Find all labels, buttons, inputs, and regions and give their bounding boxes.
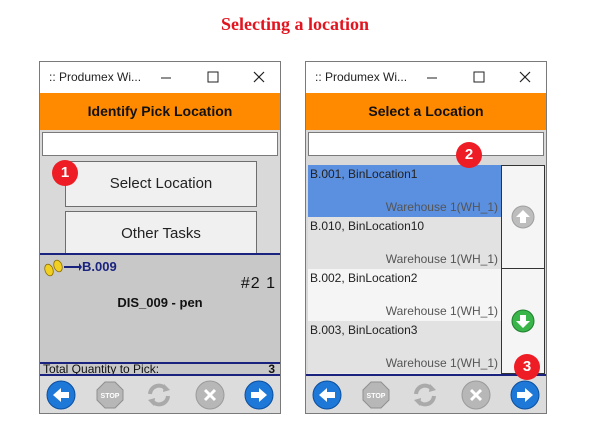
stop-icon[interactable]: STOP	[96, 381, 124, 409]
minimize-icon[interactable]	[418, 64, 446, 90]
title-bar: :: Produmex Wi...	[306, 62, 546, 92]
step-badge-3: 3	[514, 354, 540, 380]
x-icon[interactable]	[195, 380, 225, 410]
scroll-column	[501, 165, 545, 374]
other-tasks-button[interactable]: Other Tasks	[65, 211, 257, 257]
warehouse-name: Warehouse 1(WH_1)	[385, 252, 498, 266]
x-icon[interactable]	[461, 380, 491, 410]
scroll-up-button[interactable]	[502, 166, 544, 269]
refresh-icon[interactable]	[144, 380, 174, 410]
screen-header: Select a Location	[306, 93, 546, 130]
window-title: :: Produmex Wi...	[49, 70, 142, 84]
list-item[interactable]: B.010, BinLocation10 Warehouse 1(WH_1)	[308, 217, 501, 269]
screen-header: Identify Pick Location	[40, 93, 280, 130]
bottom-toolbar: STOP	[40, 376, 280, 413]
warehouse-name: Warehouse 1(WH_1)	[385, 304, 498, 318]
location-name: B.003, BinLocation3	[310, 323, 418, 337]
pick-info-panel: B.009 #2 1 DIS_009 - pen	[40, 255, 280, 364]
location-name: B.010, BinLocation10	[310, 219, 425, 233]
select-location-button[interactable]: Select Location	[65, 161, 257, 207]
main-panel: B.001, BinLocation1 Warehouse 1(WH_1) B.…	[306, 130, 546, 376]
arrow-left-icon[interactable]	[46, 380, 76, 410]
footprints-icon	[44, 259, 82, 277]
location-name: B.002, BinLocation2	[310, 271, 418, 285]
minimize-icon[interactable]	[152, 64, 180, 90]
identify-pick-location-window: :: Produmex Wi... Identify Pick Location…	[39, 61, 281, 414]
title-bar: :: Produmex Wi...	[40, 62, 280, 92]
stop-icon[interactable]: STOP	[362, 381, 390, 409]
location-list: B.001, BinLocation1 Warehouse 1(WH_1) B.…	[308, 165, 501, 374]
close-icon[interactable]	[511, 64, 539, 90]
arrow-up-icon	[511, 205, 535, 229]
step-badge-2: 2	[456, 142, 482, 168]
maximize-icon[interactable]	[465, 64, 493, 90]
arrow-left-icon[interactable]	[312, 380, 342, 410]
list-item[interactable]: B.003, BinLocation3 Warehouse 1(WH_1)	[308, 321, 501, 373]
location-code: B.009	[82, 259, 117, 274]
warehouse-name: Warehouse 1(WH_1)	[385, 200, 498, 214]
svg-text:STOP: STOP	[367, 393, 386, 400]
arrow-down-icon	[511, 309, 535, 333]
arrow-right-icon[interactable]	[244, 380, 274, 410]
warehouse-name: Warehouse 1(WH_1)	[385, 356, 498, 370]
svg-text:STOP: STOP	[101, 393, 120, 400]
location-search-input[interactable]	[308, 132, 544, 156]
bottom-toolbar: STOP	[306, 376, 546, 413]
pick-counter: #2 1	[240, 275, 276, 292]
main-panel: Select Location Other Tasks 1 B.009 #2 1…	[40, 130, 280, 376]
location-name: B.001, BinLocation1	[310, 167, 418, 181]
select-location-window: :: Produmex Wi... Select a Location B.00…	[305, 61, 547, 414]
window-title: :: Produmex Wi...	[315, 70, 408, 84]
list-item[interactable]: B.002, BinLocation2 Warehouse 1(WH_1)	[308, 269, 501, 321]
arrow-right-icon[interactable]	[510, 380, 540, 410]
page-title: Selecting a location	[221, 14, 369, 34]
step-badge-1: 1	[52, 160, 78, 186]
list-item[interactable]: B.001, BinLocation1 Warehouse 1(WH_1)	[308, 165, 501, 217]
location-input[interactable]	[42, 132, 278, 156]
item-description: DIS_009 - pen	[117, 295, 203, 310]
close-icon[interactable]	[245, 64, 273, 90]
maximize-icon[interactable]	[199, 64, 227, 90]
refresh-icon[interactable]	[410, 380, 440, 410]
